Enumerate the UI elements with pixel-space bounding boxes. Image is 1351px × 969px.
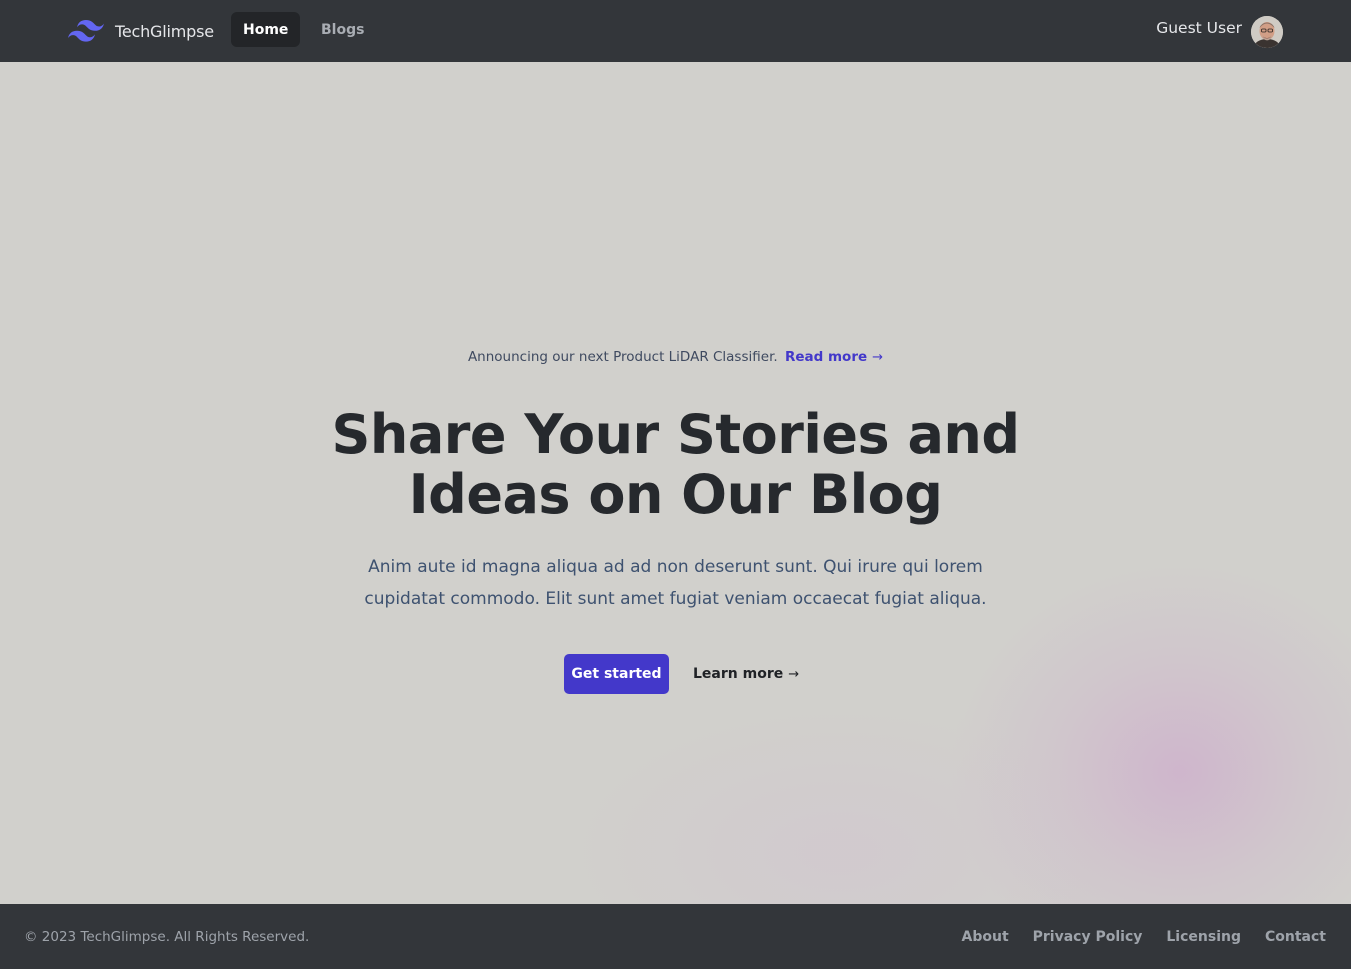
announcement-text: Announcing our next Product LiDAR Classi… (467, 349, 778, 365)
user-avatar-icon (1251, 16, 1283, 48)
hero-subtitle: Anim aute id magna aliqua ad ad non dese… (364, 557, 987, 609)
footer-link-about[interactable]: About (962, 929, 1009, 945)
hero-headline: Share Your Stories and Ideas on Our Blog (0, 405, 1351, 525)
footer: © 2023 TechGlimpse. All Rights Reserved.… (0, 904, 1351, 969)
copyright-text: © 2023 TechGlimpse. All Rights Reserved. (24, 928, 310, 945)
footer-link-contact[interactable]: Contact (1265, 929, 1326, 945)
learn-more-label: Learn more (693, 666, 784, 682)
arrow-right-icon: → (872, 350, 884, 365)
logo-wave-icon (68, 20, 104, 42)
learn-more-button[interactable]: Learn more → (693, 654, 799, 694)
footer-link-licensing[interactable]: Licensing (1166, 929, 1241, 945)
read-more-link[interactable]: Read more → (785, 349, 883, 365)
avatar[interactable] (1251, 16, 1283, 48)
announcement-banner: Announcing our next Product LiDAR Classi… (0, 349, 1351, 365)
footer-links: About Privacy Policy Licensing Contact (938, 904, 1327, 969)
footer-link-privacy-policy[interactable]: Privacy Policy (1033, 929, 1143, 945)
get-started-button[interactable]: Get started (564, 654, 669, 694)
user-name: Guest User (1156, 19, 1242, 37)
nav-link-blogs[interactable]: Blogs (309, 12, 376, 47)
top-navbar: TechGlimpse Home Blogs Guest User (0, 0, 1351, 62)
brand-name: TechGlimpse (115, 21, 214, 41)
brand[interactable]: TechGlimpse (68, 0, 214, 62)
user-menu[interactable]: Guest User (1156, 0, 1283, 62)
headline-line-1: Share Your Stories and (331, 403, 1021, 466)
page: TechGlimpse Home Blogs Guest User Announ… (0, 0, 1351, 969)
arrow-right-icon: → (788, 666, 800, 682)
read-more-label: Read more (784, 349, 868, 365)
hero-section: Announcing our next Product LiDAR Classi… (0, 62, 1351, 904)
headline-line-2: Ideas on Our Blog (408, 463, 943, 526)
nav-link-home[interactable]: Home (231, 12, 301, 47)
